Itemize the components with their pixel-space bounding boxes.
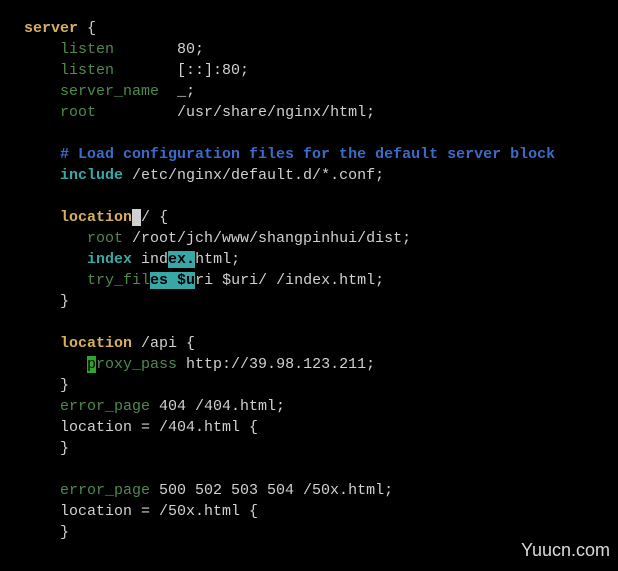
line-loc-404: location = /404.html { xyxy=(60,419,258,436)
line-server: server { xyxy=(24,20,96,37)
line-listen-ipv6: listen [::]:80; xyxy=(60,62,249,79)
line-include: include /etc/nginx/default.d/*.conf; xyxy=(60,167,384,184)
cursor-icon xyxy=(132,209,141,226)
line-location-root: location / { xyxy=(60,209,168,226)
line-error-404: error_page 404 /404.html; xyxy=(60,398,285,415)
line-loc-root: root /root/jch/www/shangpinhui/dist; xyxy=(87,230,411,247)
line-loc-index: index index.html; xyxy=(87,251,240,268)
highlight-icon: ex. xyxy=(168,251,195,268)
line-proxy-pass: proxy_pass http://39.98.123.211; xyxy=(87,356,375,373)
close-brace: } xyxy=(60,293,69,310)
line-server-name: server_name _; xyxy=(60,83,195,100)
line-comment: # Load configuration files for the defau… xyxy=(60,146,555,163)
line-error-50x: error_page 500 502 503 504 /50x.html; xyxy=(60,482,393,499)
nginx-config-code: server { listen 80; listen [::]:80; serv… xyxy=(0,0,618,543)
close-brace: } xyxy=(60,524,69,541)
watermark-text: Yuucn.com xyxy=(521,538,610,563)
line-location-api: location /api { xyxy=(60,335,195,352)
line-listen-80: listen 80; xyxy=(60,41,204,58)
line-loc-50x: location = /50x.html { xyxy=(60,503,258,520)
close-brace: } xyxy=(60,440,69,457)
close-brace: } xyxy=(60,377,69,394)
cursor-green-icon: p xyxy=(87,356,96,373)
line-loc-tryfiles: try_files $uri $uri/ /index.html; xyxy=(87,272,384,289)
line-root: root /usr/share/nginx/html; xyxy=(60,104,375,121)
